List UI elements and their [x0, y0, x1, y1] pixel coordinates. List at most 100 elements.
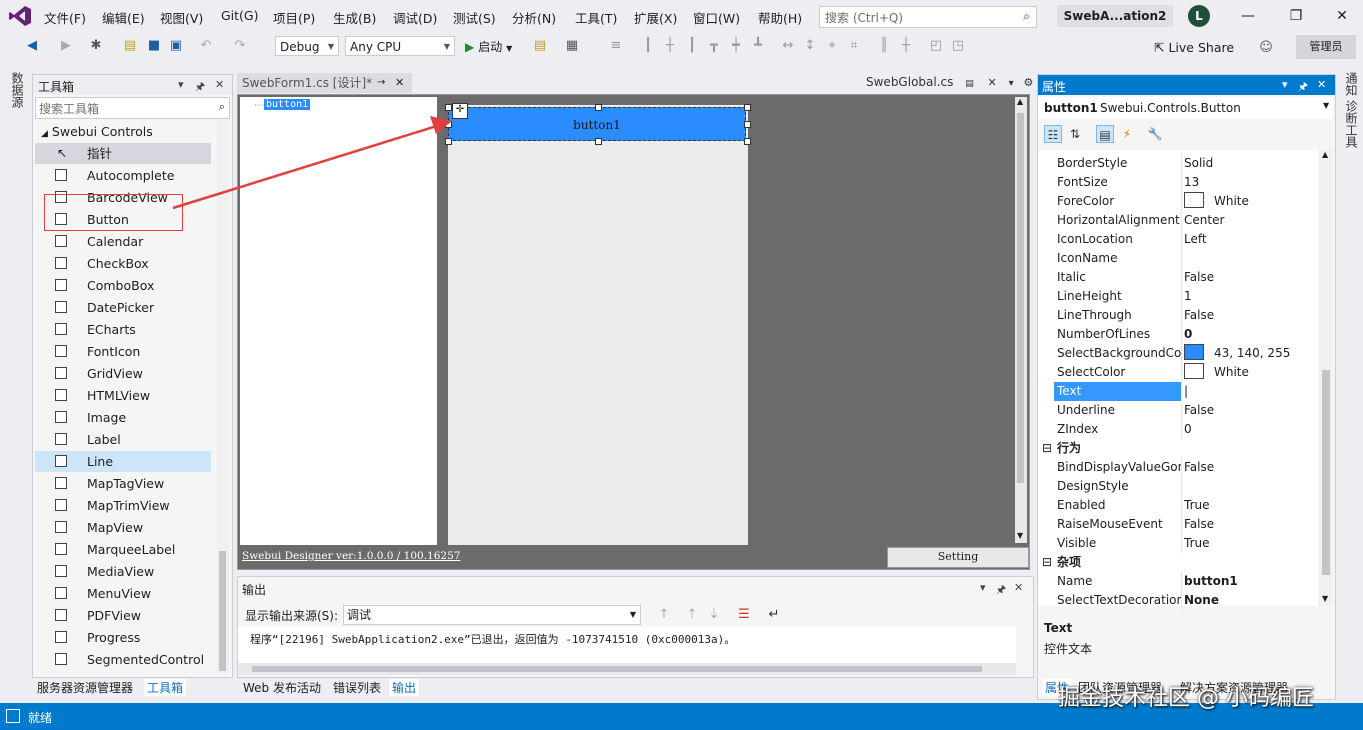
property-value[interactable]: White: [1184, 363, 1249, 382]
toolbox-group-header[interactable]: ◢ Swebui Controls: [41, 124, 153, 139]
toolbox-item[interactable]: ECharts: [35, 319, 211, 340]
close-icon[interactable]: ✕: [215, 78, 224, 91]
scroll-up-icon[interactable]: ▲: [1322, 150, 1328, 159]
tab-error-list[interactable]: 错误列表: [333, 679, 381, 696]
property-value[interactable]: None: [1184, 591, 1219, 610]
resize-handle[interactable]: [744, 121, 751, 128]
gear-icon[interactable]: ⚙: [1023, 76, 1033, 89]
toolbox-item[interactable]: Progress: [35, 627, 211, 648]
align-center-icon[interactable]: ┼: [662, 38, 678, 54]
pin-icon[interactable]: →: [377, 73, 385, 93]
alphabetical-icon[interactable]: ⇅: [1066, 125, 1084, 143]
properties-scrollbar[interactable]: ▲ ▼: [1319, 150, 1333, 606]
scroll-up-icon[interactable]: ▲: [1017, 97, 1023, 106]
same-width-icon[interactable]: ↔: [780, 38, 796, 54]
toolbox-item[interactable]: MapView: [35, 517, 211, 538]
property-value[interactable]: 43, 140, 255: [1184, 344, 1290, 363]
start-debug-button[interactable]: ▶ 启动 ▼: [465, 38, 512, 55]
toolbox-item[interactable]: GridView: [35, 363, 211, 384]
resize-handle[interactable]: [744, 104, 751, 111]
platform-select[interactable]: Any CPU ▼: [345, 36, 455, 56]
menu-analyze[interactable]: 分析(N): [512, 8, 556, 27]
toolbox-item-pointer[interactable]: ↖ 指针: [35, 143, 211, 164]
toolbox-item[interactable]: Calendar: [35, 231, 211, 252]
size-to-grid-icon[interactable]: ⌖: [824, 38, 840, 54]
property-value[interactable]: White: [1184, 192, 1249, 211]
align-right-icon[interactable]: ┃: [684, 38, 700, 54]
center-h-icon[interactable]: ┼: [898, 38, 914, 54]
toolbox-item[interactable]: HTMLView: [35, 385, 211, 406]
align-left-icon[interactable]: ┃: [640, 38, 656, 54]
new-project-icon[interactable]: ✱: [88, 38, 104, 54]
property-row[interactable]: BorderStyle Solid: [1038, 154, 1316, 173]
chevron-down-icon[interactable]: ▾: [1282, 78, 1288, 91]
align-top-icon[interactable]: ┳: [706, 38, 722, 54]
property-row[interactable]: BindDisplayValueGon False: [1038, 458, 1316, 477]
menu-build[interactable]: 生成(B): [333, 8, 376, 27]
tab-web-publish[interactable]: Web 发布活动: [243, 679, 321, 696]
scroll-down-icon[interactable]: ▼: [1322, 594, 1328, 603]
property-pages-icon[interactable]: 🔧: [1146, 125, 1164, 143]
scrollbar-thumb[interactable]: [252, 666, 982, 672]
pin-icon[interactable]: ▤: [965, 79, 974, 89]
property-value[interactable]: button1: [1184, 572, 1238, 591]
toolbox-item[interactable]: FontIcon: [35, 341, 211, 362]
property-row[interactable]: SelectColor White: [1038, 363, 1316, 382]
property-value[interactable]: False: [1184, 268, 1214, 287]
toolbox-item[interactable]: SegmentedControl: [35, 649, 211, 670]
live-share-button[interactable]: ⇱ Live Share: [1154, 40, 1234, 55]
chevron-down-icon[interactable]: ▾: [178, 78, 184, 91]
menu-project[interactable]: 项目(P): [273, 8, 315, 27]
property-row[interactable]: IconLocation Left: [1038, 230, 1316, 249]
property-row[interactable]: SelectBackgroundCol 43, 140, 255: [1038, 344, 1316, 363]
property-row[interactable]: FontSize 13: [1038, 173, 1316, 192]
feedback-icon[interactable]: ☺: [1258, 40, 1274, 56]
configuration-select[interactable]: Debug ▼: [275, 36, 339, 56]
menu-tools[interactable]: 工具(T): [575, 8, 617, 27]
property-row[interactable]: LineThrough False: [1038, 306, 1316, 325]
menu-edit[interactable]: 编辑(E): [102, 8, 145, 27]
property-category[interactable]: ⊟ 行为: [1038, 439, 1316, 458]
property-value[interactable]: True: [1184, 534, 1210, 553]
browser-icon[interactable]: ▦: [564, 38, 580, 54]
close-icon[interactable]: ✕: [1014, 581, 1023, 594]
property-value[interactable]: True: [1184, 496, 1210, 515]
resize-handle[interactable]: [595, 138, 602, 145]
property-row[interactable]: Enabled True: [1038, 496, 1316, 515]
property-value[interactable]: Solid: [1184, 154, 1213, 173]
property-value[interactable]: 1: [1184, 287, 1192, 306]
categorized-icon[interactable]: ☷: [1044, 125, 1062, 143]
collapse-icon[interactable]: ⊟: [1042, 553, 1052, 572]
close-icon[interactable]: ✕: [1332, 6, 1352, 26]
toolbox-item[interactable]: MarqueeLabel: [35, 539, 211, 560]
align-bottom-icon[interactable]: ┻: [750, 38, 766, 54]
menu-git[interactable]: Git(G): [221, 8, 259, 23]
minimize-icon[interactable]: —: [1238, 6, 1258, 26]
align-middle-icon[interactable]: ┿: [728, 38, 744, 54]
property-row[interactable]: NumberOfLines 0: [1038, 325, 1316, 344]
property-row[interactable]: IconName: [1038, 249, 1316, 268]
menu-test[interactable]: 测试(S): [453, 8, 496, 27]
property-value[interactable]: 13: [1184, 173, 1199, 192]
toolbox-item[interactable]: Line: [35, 451, 211, 472]
menu-view[interactable]: 视图(V): [160, 8, 203, 27]
output-text-area[interactable]: 程序“[22196] SwebApplication2.exe”已退出，返回值为…: [238, 627, 1016, 663]
scrollbar-thumb[interactable]: [219, 551, 226, 671]
move-icon[interactable]: ✛: [452, 103, 468, 119]
menu-help[interactable]: 帮助(H): [758, 8, 802, 27]
chevron-down-icon[interactable]: ▾: [980, 581, 986, 594]
events-icon[interactable]: ⚡: [1118, 125, 1136, 143]
tab-toolbox[interactable]: 工具箱: [144, 679, 187, 696]
close-icon[interactable]: ✕: [1317, 78, 1326, 91]
property-value[interactable]: Center: [1184, 211, 1224, 230]
save-all-icon[interactable]: ▣: [168, 38, 184, 54]
align-icon[interactable]: ≡: [608, 38, 624, 54]
property-row[interactable]: Underline False: [1038, 401, 1316, 420]
property-row[interactable]: RaiseMouseEvent False: [1038, 515, 1316, 534]
same-height-icon[interactable]: ↕: [802, 38, 818, 54]
toolbox-item[interactable]: CheckBox: [35, 253, 211, 274]
pin-icon[interactable]: 🖈: [195, 78, 205, 97]
property-value[interactable]: |: [1184, 382, 1188, 401]
output-scrollbar[interactable]: [238, 663, 1016, 675]
property-category[interactable]: ⊟ 杂项: [1038, 553, 1316, 572]
